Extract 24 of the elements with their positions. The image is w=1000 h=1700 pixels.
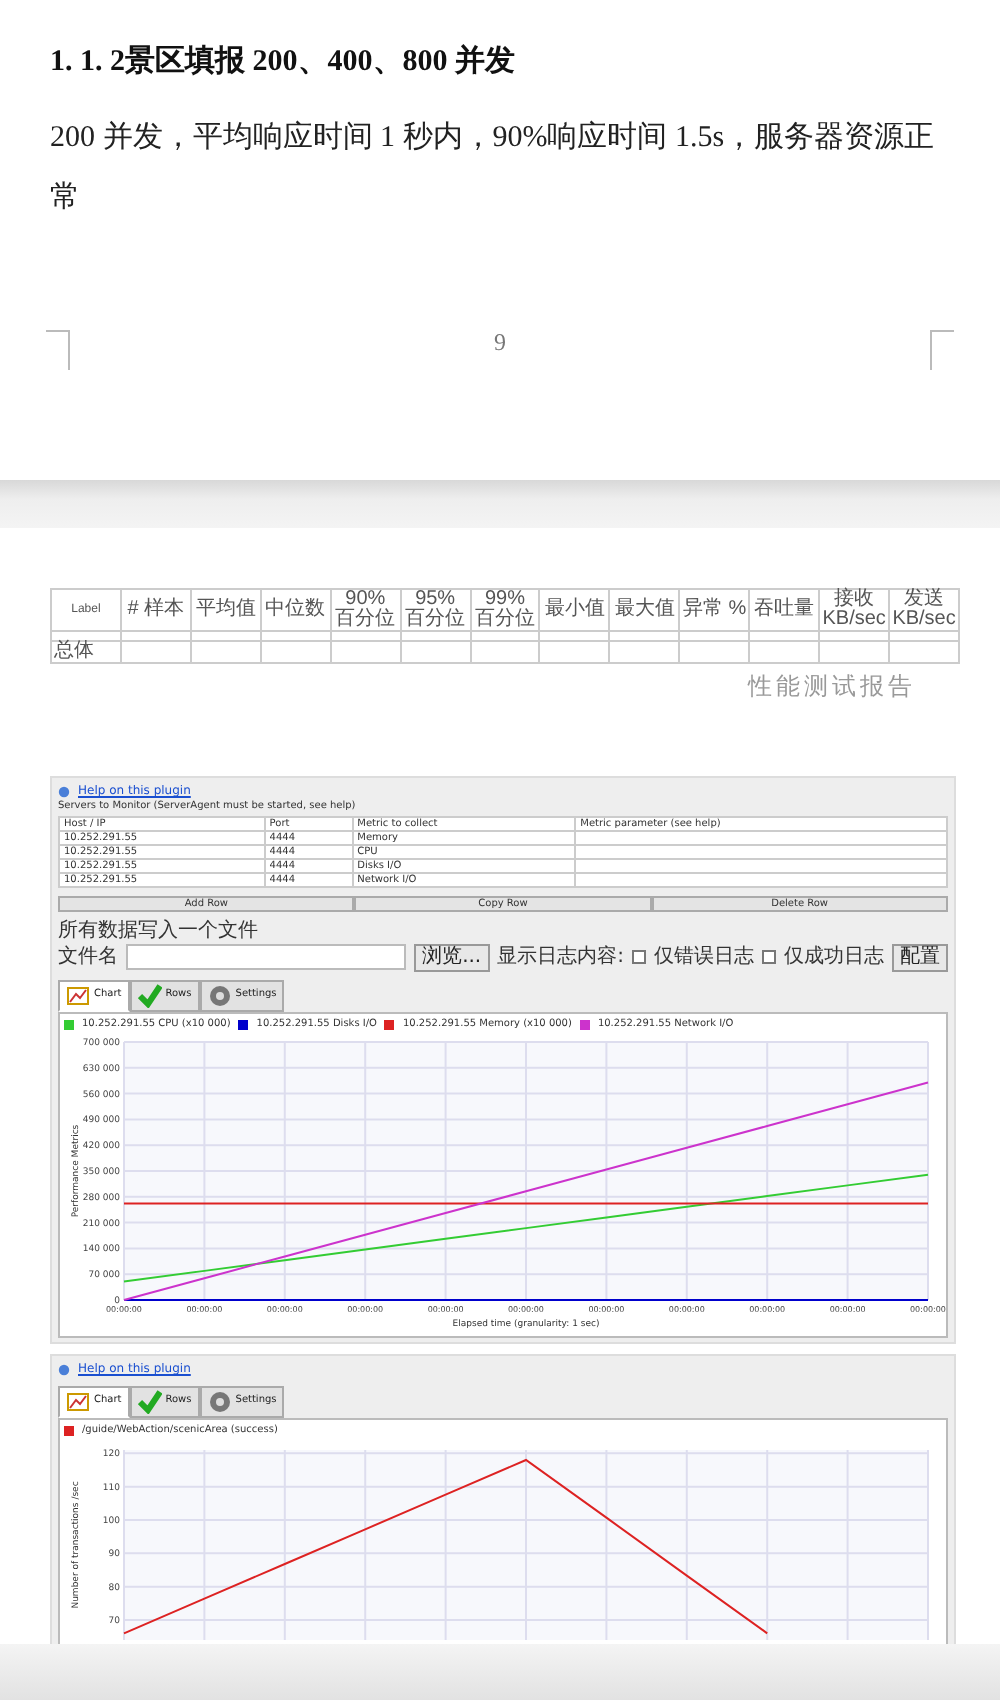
configure-button[interactable]: 配置	[892, 943, 948, 971]
table-cell: 总体	[51, 641, 121, 663]
checkbox-label: 仅成功日志	[784, 945, 884, 969]
table-header-cell: 平均值	[190, 589, 261, 631]
browse-button[interactable]: 浏览...	[414, 943, 490, 971]
table-header-cell: 中位数	[260, 589, 331, 631]
body-paragraph: 200 并发，平均响应时间 1 秒内，90%响应时间 1.5s，服务器资源正常	[50, 118, 937, 218]
checkbox-label: 仅错误日志	[654, 945, 754, 969]
table-header-cell: # 样本	[120, 589, 191, 631]
table-header-cell: 吞吐量	[749, 589, 820, 631]
section-heading: 1. 1. 2景区填报 200、400、800 并发	[50, 44, 517, 80]
table-header-cell: 95% 百分位	[400, 589, 471, 631]
table-header-cell: 发送 KB/sec	[889, 589, 959, 631]
table-header-cell: 接收 KB/sec	[819, 589, 890, 631]
section-label: 所有数据写入一个文件	[58, 919, 260, 943]
table-header-cell: 异常 %	[679, 589, 750, 631]
table-header-cell: 最大值	[609, 589, 680, 631]
page-header-title: 性能测试报告	[745, 670, 916, 704]
table-header-cell: 最小值	[539, 589, 610, 631]
field-label: 文件名	[58, 945, 118, 969]
table-header-cell: 99% 百分位	[470, 589, 540, 631]
page-number: 9	[494, 326, 506, 360]
table-header-cell: 90% 百分位	[330, 589, 401, 631]
field-label: 显示日志内容:	[497, 945, 624, 969]
